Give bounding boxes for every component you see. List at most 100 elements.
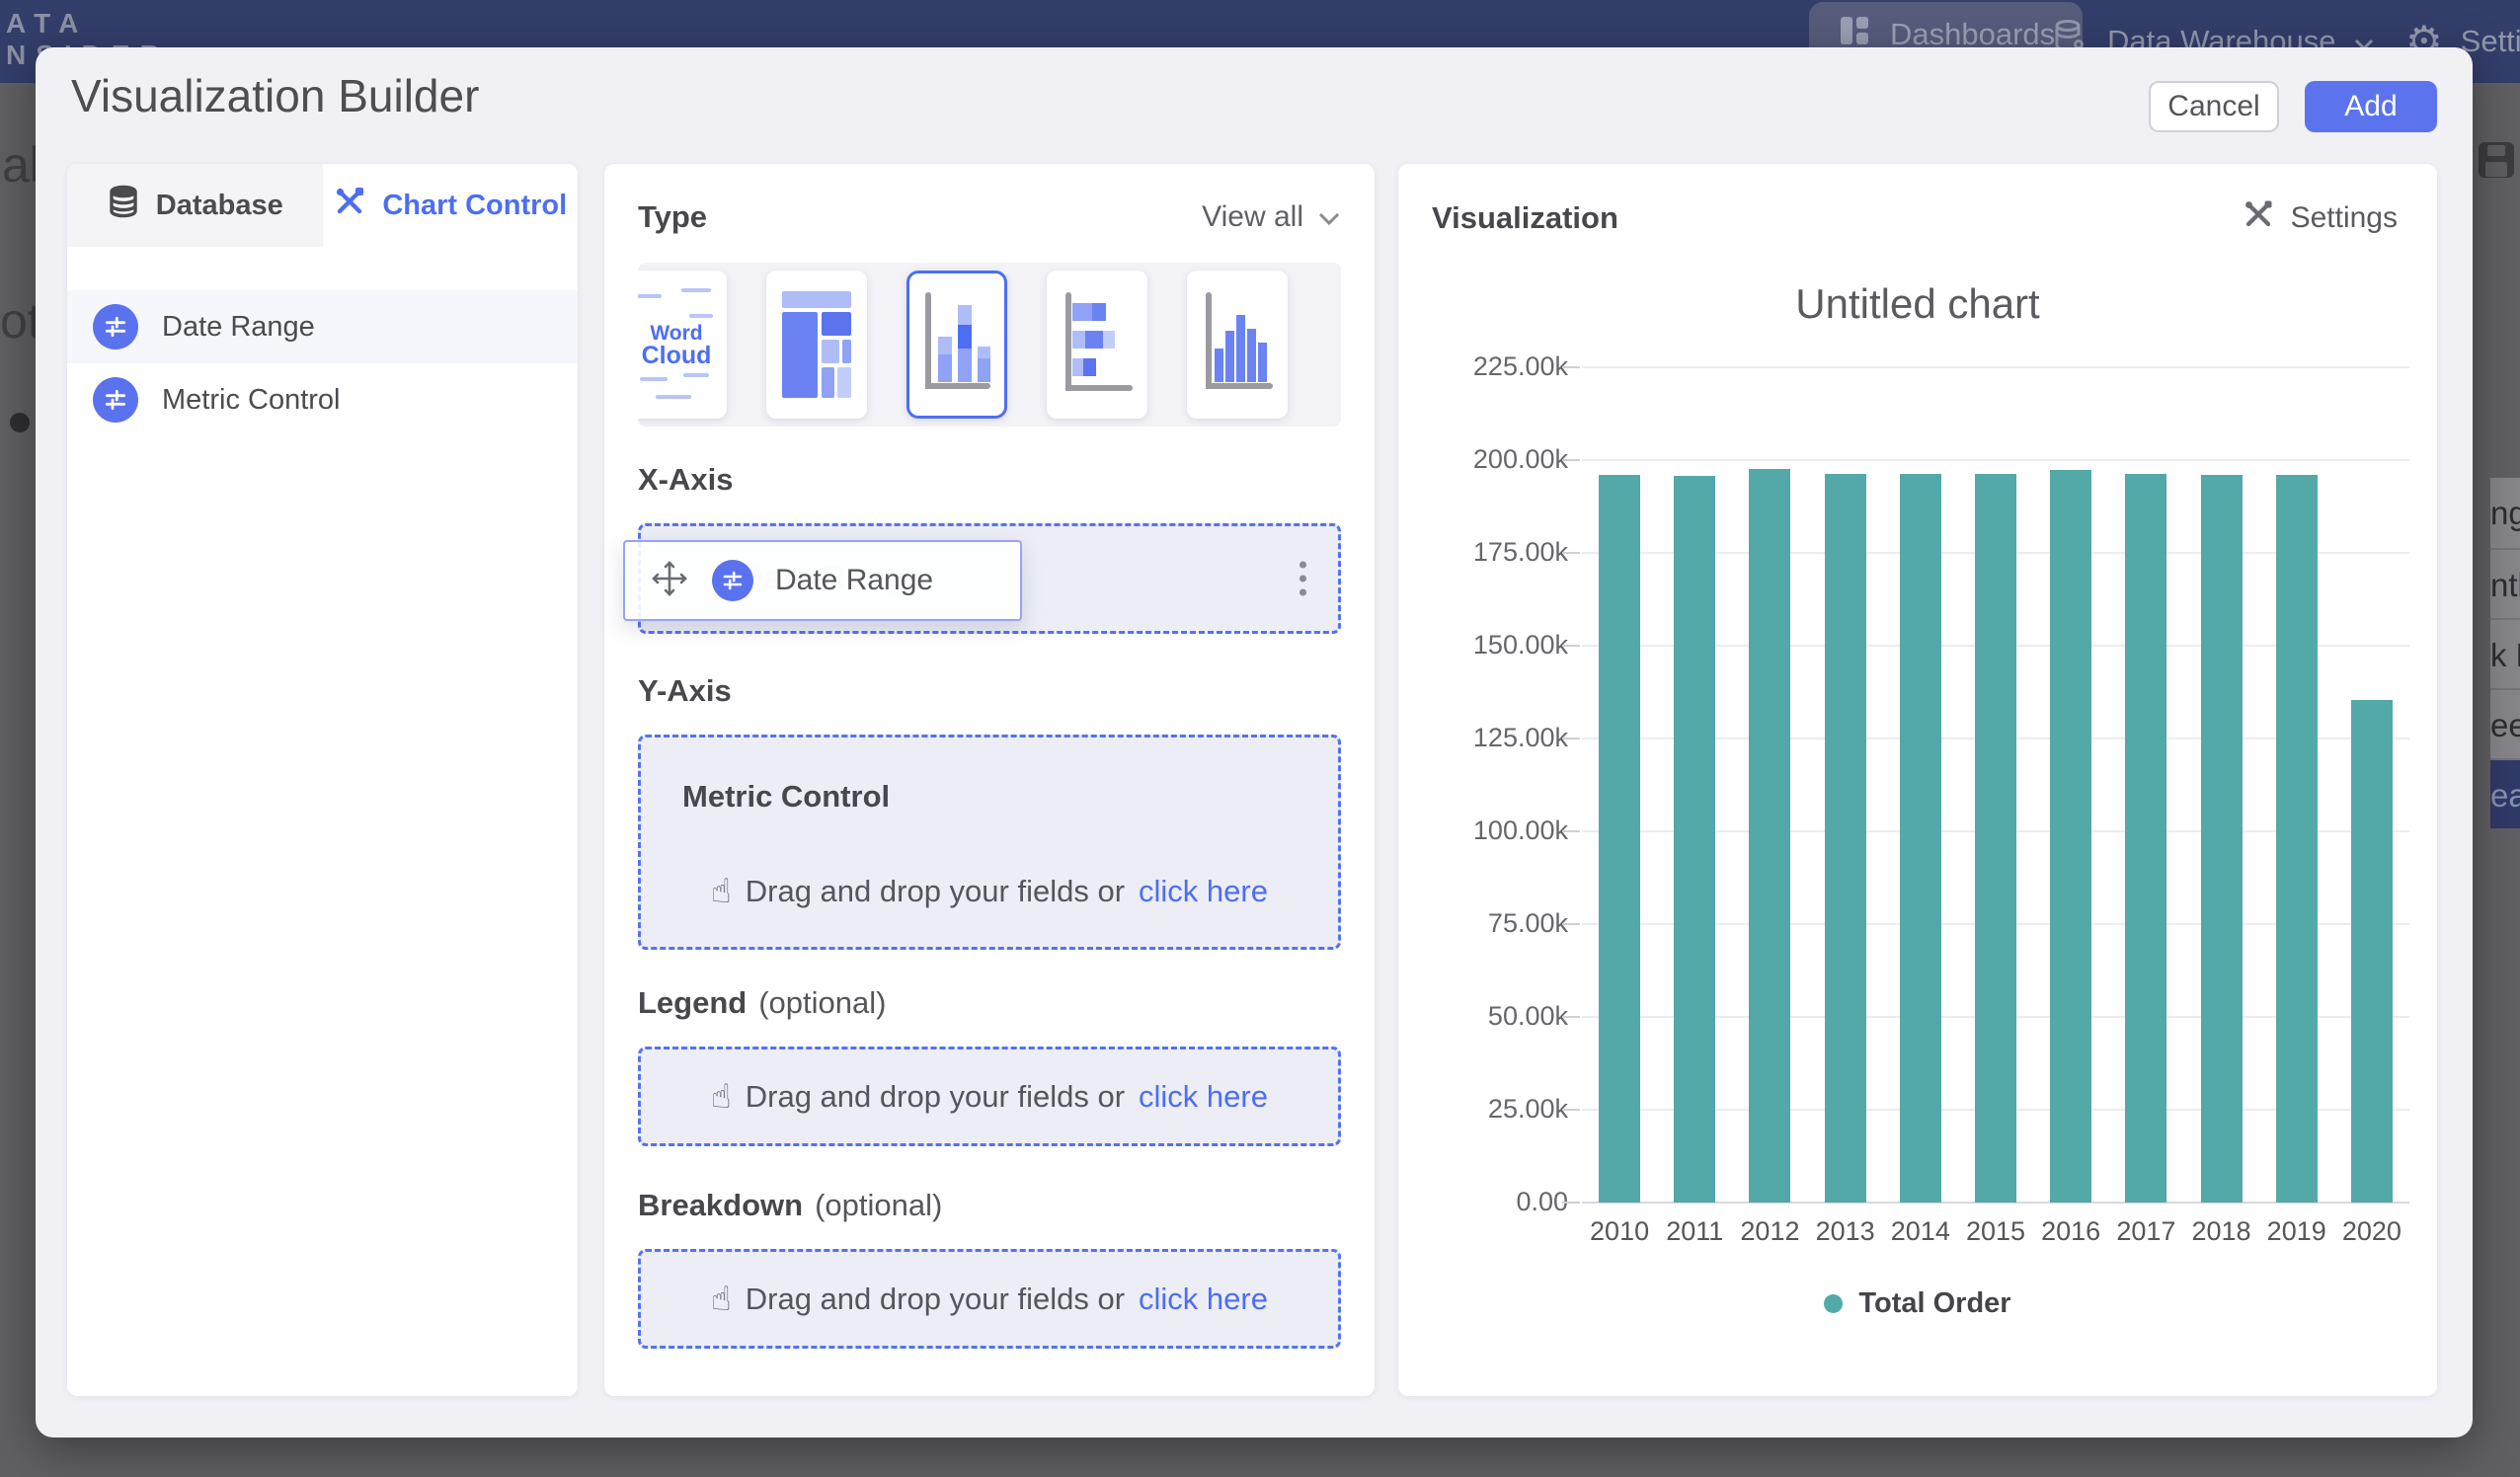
cancel-button[interactable]: Cancel: [2149, 81, 2279, 132]
chart-bar-2014: [1900, 474, 1941, 1203]
tune-icon: [93, 377, 138, 423]
dragged-field-chip[interactable]: Date Range: [623, 540, 1022, 621]
field-row-metric-control[interactable]: Metric Control: [67, 363, 578, 436]
breakdown-drop-zone[interactable]: ☝ Drag and drop your fields or click her…: [638, 1249, 1341, 1349]
type-heading: Type: [638, 199, 707, 235]
tools-icon: [333, 185, 366, 226]
word-mark: [683, 373, 709, 377]
save-icon[interactable]: [2477, 140, 2516, 185]
background-dropdown: ngenthlyk Dateeeklyear: [2490, 478, 2520, 828]
y-axis-tick-label: 150.00k: [1420, 630, 1568, 661]
chart-bar-2017: [2125, 474, 2166, 1203]
visualization-builder-modal: Visualization Builder Cancel Add Databas…: [36, 47, 2473, 1438]
x-axis-heading: X-Axis: [638, 462, 1341, 498]
background-menu-item[interactable]: eekly: [2490, 688, 2520, 758]
x-axis-drop-zone[interactable]: Date Range: [638, 523, 1341, 634]
background-menu-item[interactable]: ear: [2490, 758, 2520, 828]
y-axis-drop-zone[interactable]: Metric Control ☝ Drag and drop your fiel…: [638, 735, 1341, 950]
field-label: Date Range: [162, 311, 315, 344]
chart-type-gallery: Word Cloud: [638, 263, 1341, 427]
tab-database[interactable]: Database: [67, 164, 323, 247]
chart-bar-2013: [1825, 474, 1866, 1203]
axis-tick: [1562, 830, 1580, 832]
chart-bar-2018: [2201, 475, 2243, 1203]
background-menu-item[interactable]: nge: [2490, 478, 2520, 548]
y-axis-tick-label: 0.00: [1420, 1187, 1568, 1217]
nav-item-label: Setti: [2461, 24, 2520, 59]
y-axis-heading: Y-Axis: [638, 673, 1341, 709]
axis-tick: [1562, 923, 1580, 925]
y-axis-tick-label: 100.00k: [1420, 816, 1568, 846]
breakdown-heading: Breakdown (optional): [638, 1188, 1341, 1223]
axis-tick: [1562, 459, 1580, 461]
y-axis-tick-label: 225.00k: [1420, 351, 1568, 382]
background-bullet: [10, 413, 30, 432]
database-icon: [107, 185, 140, 226]
view-all-dropdown[interactable]: View all: [1202, 200, 1341, 234]
axis-tick: [1562, 1016, 1580, 1018]
legend-item[interactable]: Total Order: [1398, 1287, 2437, 1320]
chart-bar-2015: [1975, 474, 2016, 1203]
chart-type-column[interactable]: [1187, 271, 1288, 419]
axis-tick: [1562, 645, 1580, 647]
word-mark: [689, 314, 713, 318]
chart-bar-2020: [2351, 700, 2393, 1203]
add-button[interactable]: Add: [2305, 81, 2437, 132]
hand-click-icon: ☝: [711, 1280, 732, 1319]
chip-label: Date Range: [775, 564, 933, 597]
screen: ATA NSIDER Dashboards Data Warehouse: [0, 0, 2520, 1477]
app-logo-line1: ATA: [6, 8, 170, 39]
zone-title: Metric Control: [682, 779, 890, 815]
legend-label: Total Order: [1858, 1287, 2010, 1320]
axis-tick: [1562, 1202, 1580, 1204]
kebab-menu-icon[interactable]: [1299, 562, 1306, 596]
gridline: [1582, 366, 2409, 368]
hand-click-icon: ☝: [711, 872, 732, 911]
word-cloud-thumbnail: Word Cloud: [642, 322, 712, 367]
drop-hint-text: Drag and drop your fields or: [746, 1079, 1125, 1115]
chart-bar-2016: [2050, 470, 2091, 1203]
click-here-link[interactable]: click here: [1139, 1282, 1268, 1317]
drop-hint-text: Drag and drop your fields or: [746, 1282, 1125, 1317]
treemap-thumbnail: [779, 289, 854, 400]
move-icon: [649, 558, 690, 604]
chart-bar-2019: [2276, 475, 2318, 1203]
chart-bar-2011: [1674, 476, 1715, 1203]
view-all-label: View all: [1202, 200, 1303, 234]
column-thumbnail: [1199, 289, 1276, 400]
chart-type-horizontal-bar[interactable]: [1047, 271, 1147, 419]
chart-type-treemap[interactable]: [766, 271, 867, 419]
gridline: [1582, 459, 2409, 461]
word-mark: [638, 294, 662, 298]
stacked-column-thumbnail: [918, 289, 995, 400]
visualization-panel: Visualization Settings Untitled chart 22…: [1398, 164, 2437, 1396]
y-axis-tick-label: 75.00k: [1420, 908, 1568, 939]
y-axis-tick-label: 125.00k: [1420, 723, 1568, 753]
axis-tick: [1562, 366, 1580, 368]
y-axis-tick-label: 25.00k: [1420, 1094, 1568, 1125]
background-menu-item[interactable]: nthly: [2490, 548, 2520, 618]
tab-label: Chart Control: [382, 190, 567, 222]
field-row-date-range[interactable]: Date Range: [67, 290, 578, 363]
y-axis-tick-label: 50.00k: [1420, 1001, 1568, 1032]
visualization-chart: 225.00k 200.00k 175.00k 150.00k 125.00k 100.0…: [1398, 164, 2437, 1396]
background-menu-item[interactable]: k Date: [2490, 618, 2520, 688]
legend-drop-zone[interactable]: ☝ Drag and drop your fields or click her…: [638, 1047, 1341, 1146]
word-mark: [640, 377, 668, 381]
horizontal-bar-thumbnail: [1059, 289, 1136, 400]
click-here-link[interactable]: click here: [1139, 1079, 1268, 1115]
axis-tick: [1562, 552, 1580, 554]
y-axis-tick-label: 200.00k: [1420, 444, 1568, 475]
chart-type-word-cloud[interactable]: Word Cloud: [638, 271, 727, 419]
word-mark: [681, 288, 711, 292]
fields-panel: Database Chart Control: [67, 164, 578, 1396]
tune-icon: [93, 304, 138, 350]
y-axis-tick-label: 175.00k: [1420, 537, 1568, 568]
click-here-link[interactable]: click here: [1139, 874, 1268, 909]
chevron-down-icon: [1317, 200, 1341, 234]
axis-tick: [1562, 738, 1580, 739]
tab-chart-control[interactable]: Chart Control: [323, 164, 579, 247]
chart-bar-2012: [1749, 469, 1790, 1203]
word-mark: [656, 395, 691, 399]
chart-type-stacked-column-selected[interactable]: [906, 271, 1007, 419]
